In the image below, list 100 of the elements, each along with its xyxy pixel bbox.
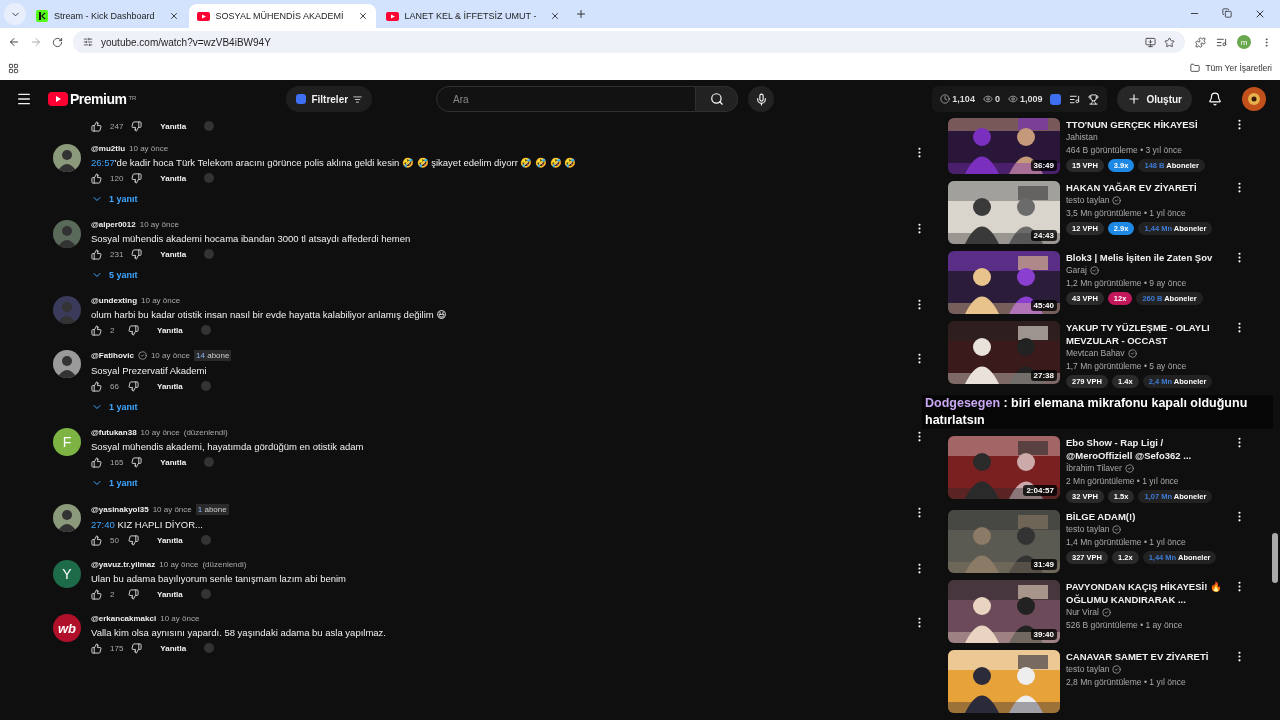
restore-icon[interactable] [1222, 8, 1232, 18]
video-title[interactable]: YAKUP TV YÜZLEŞME - OLAYLI MEVZULAR - OCCAST [1066, 321, 1224, 347]
dislike-icon[interactable] [128, 380, 139, 392]
video-title[interactable]: Blok3 | Melis İşiten ile Zaten Şov [1066, 251, 1224, 264]
like-icon[interactable] [91, 324, 102, 336]
reply-button[interactable]: Yanıtla [147, 589, 193, 599]
back-icon[interactable] [8, 36, 20, 48]
replies-button[interactable]: 5 yanıt [91, 264, 138, 286]
close-icon[interactable] [1254, 8, 1266, 20]
comment-time[interactable]: 10 ay önce [139, 220, 179, 229]
browser-tab[interactable]: Stream - Kick Dashboard [28, 4, 187, 28]
like-icon[interactable] [91, 380, 102, 392]
media-icon[interactable] [1216, 36, 1227, 48]
comment-time[interactable]: 10 ay önce [141, 296, 181, 305]
dislike-icon[interactable] [128, 324, 139, 336]
dislike-icon[interactable] [131, 248, 143, 260]
reply-button[interactable]: Yanıtla [147, 381, 193, 391]
channel-name[interactable]: İbrahim Tilaver [1066, 462, 1122, 475]
like-icon[interactable] [91, 534, 102, 546]
timestamp-link[interactable]: 26:57 [91, 157, 115, 168]
scrollbar-thumb[interactable] [1272, 533, 1278, 583]
channel-name[interactable]: Nur Viral [1066, 606, 1099, 619]
site-settings-icon[interactable] [83, 37, 93, 47]
dislike-icon[interactable] [131, 120, 143, 132]
reply-button[interactable]: Yanıtla [147, 535, 193, 545]
comment-author[interactable]: @mu2tlu [91, 144, 126, 153]
search-button[interactable] [696, 86, 739, 112]
account-avatar[interactable] [1242, 87, 1266, 111]
reply-button[interactable]: Yanıtla [150, 173, 197, 183]
comment-author[interactable]: @erkancakmakci [91, 614, 157, 623]
create-button[interactable]: Oluştur [1117, 86, 1192, 112]
menu-icon[interactable] [16, 91, 32, 107]
close-icon[interactable] [168, 11, 179, 21]
video-title[interactable]: PAVYONDAN KAÇIŞ HİKAYESİ! 🔥 OĞLUMU KANDIRARAK ... [1066, 580, 1224, 606]
bookmarks-folder[interactable]: Tüm Yer İşaretleri [1190, 63, 1272, 73]
plus-icon [1127, 92, 1142, 106]
filter-button[interactable]: Filtreler [286, 86, 373, 112]
replies-button[interactable]: 1 yanıt [91, 396, 138, 418]
channel-name[interactable]: testo taylan [1066, 663, 1110, 676]
comment-author[interactable]: @alper0012 [91, 220, 136, 229]
dislike-icon[interactable] [131, 456, 143, 468]
reply-button[interactable]: Yanıtla [150, 121, 197, 131]
video-title[interactable]: HAKAN YAĞAR EV ZİYARETİ [1066, 181, 1224, 194]
list-icon[interactable] [1069, 93, 1081, 105]
channel-name[interactable]: testo taylan [1066, 523, 1110, 536]
search-field[interactable]: Ara [436, 86, 697, 112]
dislike-icon[interactable] [131, 642, 143, 654]
like-icon[interactable] [91, 120, 102, 132]
replies-button[interactable]: 1 yanıt [91, 188, 138, 210]
comment-text: olum harbi bu kadar otistik insan nasıl bir evde hayatta kalabiliyor anlamış değilim 😆 [91, 309, 448, 320]
video-duration: 36:49 [1030, 160, 1057, 171]
video-title[interactable]: TTO'NUN GERÇEK HİKAYESİ [1066, 118, 1224, 131]
install-icon[interactable] [1145, 36, 1156, 48]
comment-time[interactable]: 10 ay önce [159, 560, 199, 569]
comment-author[interactable]: @Fatihovic [91, 351, 134, 360]
close-icon[interactable] [357, 11, 368, 21]
channel-name[interactable]: testo taylan [1066, 194, 1110, 207]
channel-name[interactable]: Jahistan [1066, 131, 1098, 144]
comment-author[interactable]: @yavuz.tr.yilmaz [91, 560, 156, 569]
comment-time[interactable]: 10 ay önce [152, 505, 192, 514]
like-icon[interactable] [91, 642, 102, 654]
voice-search-button[interactable] [748, 86, 775, 112]
extensions-icon[interactable] [1195, 36, 1206, 48]
comment-time[interactable]: 10 ay önce [129, 144, 169, 153]
reply-button[interactable]: Yanıtla [147, 325, 193, 335]
channel-name[interactable]: Garaj [1066, 264, 1087, 277]
comment-time[interactable]: 10 ay önce [150, 351, 191, 360]
eye-icon [982, 94, 993, 104]
dislike-icon[interactable] [131, 172, 143, 184]
like-icon[interactable] [91, 588, 102, 600]
browser-tab[interactable]: LANET KEL & İFFETSİZ UMUT - [377, 4, 569, 28]
comment-author[interactable]: @futukan38 [91, 428, 137, 437]
bookmark-star-icon[interactable] [1164, 36, 1175, 48]
reply-button[interactable]: Yanıtla [150, 643, 197, 653]
dislike-icon[interactable] [128, 588, 139, 600]
comment-time[interactable]: 10 ay önce [160, 614, 200, 623]
channel-name[interactable]: Mevtcan Bahav [1066, 347, 1125, 360]
dislike-icon[interactable] [128, 534, 139, 546]
browser-tab[interactable]: SOSYAL MÜHENDİS AKADEMİ [188, 4, 376, 28]
like-icon[interactable] [91, 248, 102, 260]
replies-button[interactable]: 1 yanıt [91, 472, 138, 494]
apps-icon[interactable] [8, 62, 19, 74]
comment-author[interactable]: @yasinakyol35 [91, 505, 149, 514]
close-icon[interactable] [550, 11, 561, 21]
comment-time[interactable]: 10 ay önce [140, 428, 180, 437]
reply-button[interactable]: Yanıtla [150, 249, 197, 259]
video-title[interactable]: Ebo Show - Rap Ligi / @MeroOffiziell @Sefo362 ... [1066, 436, 1224, 462]
reload-icon[interactable] [52, 36, 63, 48]
video-title[interactable]: BİLGE ADAM(!) [1066, 510, 1224, 523]
like-icon[interactable] [91, 456, 102, 468]
address-bar[interactable]: youtube.com/watch?v=wzVB4iBW94Y [73, 31, 1185, 53]
trophy-icon[interactable] [1088, 93, 1100, 105]
timestamp-link[interactable]: 27:40 [91, 519, 115, 530]
like-icon[interactable] [91, 172, 102, 184]
video-meta: 1,7 Mn görüntüleme • 5 ay önce [1066, 360, 1188, 373]
extension-icon[interactable] [1050, 93, 1062, 105]
reply-button[interactable]: Yanıtla [150, 457, 197, 467]
video-title[interactable]: CANAVAR SAMET EV ZİYARETİ [1066, 650, 1224, 663]
comment-author[interactable]: @undexting [91, 296, 138, 305]
play-logo-icon[interactable] [48, 92, 68, 106]
